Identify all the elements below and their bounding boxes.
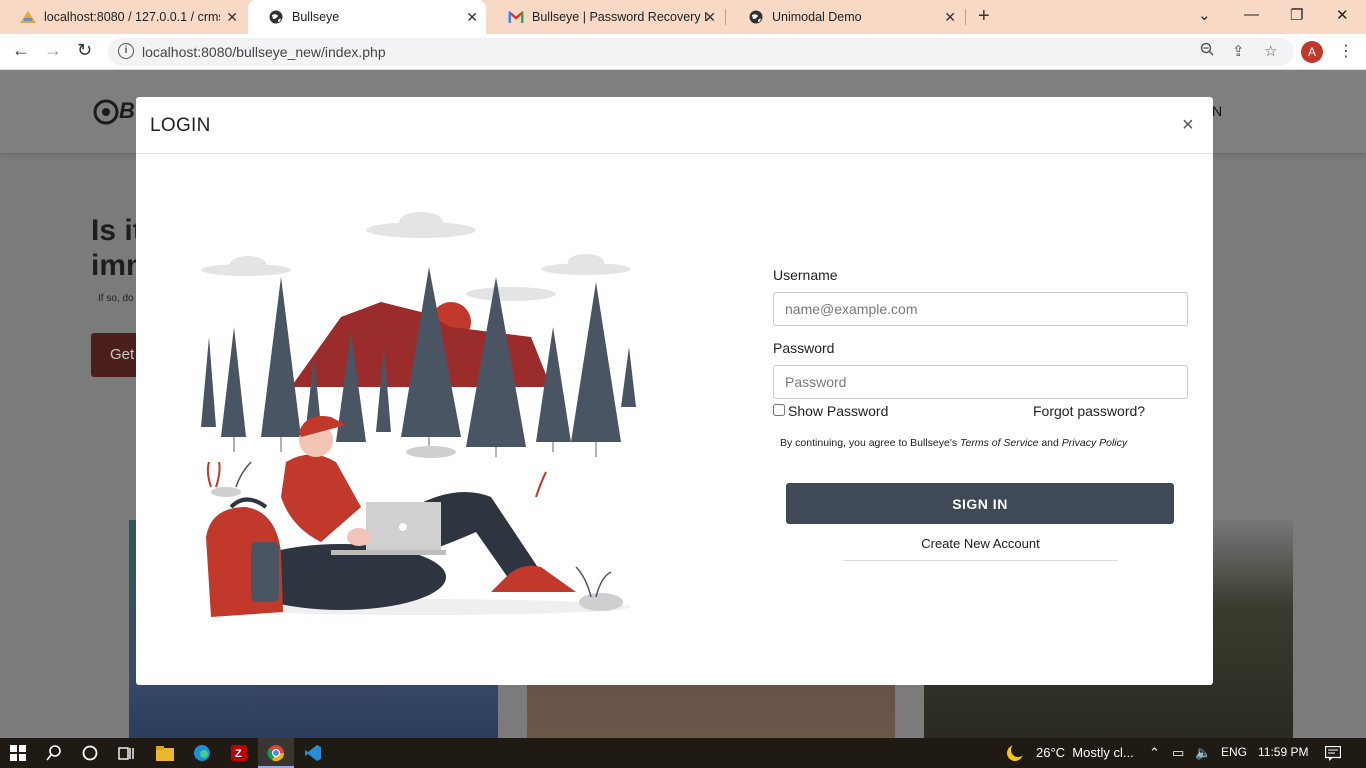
close-window-icon[interactable]: ✕: [1336, 6, 1349, 24]
tab-title: Bullseye | Password Recovery Lin: [532, 10, 707, 24]
network-icon[interactable]: ▭: [1172, 745, 1184, 761]
tab-title: localhost:8080 / 127.0.0.1 / crms_: [44, 10, 220, 24]
tray-chevron-up-icon[interactable]: ⌃: [1149, 745, 1160, 761]
vscode-icon[interactable]: [303, 743, 323, 763]
file-explorer-icon[interactable]: [155, 743, 175, 763]
weather-text[interactable]: 26°C Mostly cl...: [1036, 745, 1134, 760]
address-bar[interactable]: i localhost:8080/bullseye_new/index.php …: [108, 38, 1294, 66]
url-text[interactable]: localhost:8080/bullseye_new/index.php: [142, 44, 386, 60]
terms-of-service-link[interactable]: Terms of Service: [960, 437, 1038, 449]
password-label: Password: [773, 340, 835, 356]
tab-title: Bullseye: [292, 10, 340, 24]
notifications-icon[interactable]: [1323, 743, 1343, 763]
tab-unimodal[interactable]: Unimodal Demo ✕: [728, 0, 964, 34]
tab-bar: localhost:8080 / 127.0.0.1 / crms_ ✕ Bul…: [0, 0, 1366, 34]
phpmyadmin-icon: [20, 9, 36, 25]
password-options-row: Show Password Forgot password?: [773, 401, 1188, 423]
minimize-icon[interactable]: —: [1244, 6, 1259, 23]
taskbar: Z 26°C Mostly cl... ⌃ ▭ 🔈 ENG 11:59 PM: [0, 738, 1366, 768]
browser-toolbar: ← → ↻ i localhost:8080/bullseye_new/inde…: [0, 34, 1366, 70]
privacy-policy-link[interactable]: Privacy Policy: [1062, 437, 1127, 449]
search-icon[interactable]: [44, 743, 64, 763]
close-tab-icon[interactable]: ✕: [944, 9, 956, 26]
close-tab-icon[interactable]: ✕: [226, 9, 238, 26]
site-logo-text: B: [119, 98, 135, 123]
login-form: Username Password Show Password Forgot p…: [773, 267, 1188, 561]
zoom-icon[interactable]: [1200, 42, 1214, 60]
tab-title: Unimodal Demo: [772, 10, 862, 24]
tab-bullseye[interactable]: Bullseye ✕: [248, 0, 486, 34]
task-view-icon[interactable]: [116, 743, 136, 763]
divider: [843, 560, 1118, 561]
chrome-icon[interactable]: [266, 743, 286, 763]
volume-icon[interactable]: 🔈: [1195, 745, 1211, 761]
weather-moon-icon[interactable]: [1005, 743, 1025, 763]
gmail-icon: [508, 9, 524, 25]
tab-gmail[interactable]: Bullseye | Password Recovery Lin ✕: [488, 0, 724, 34]
reload-icon[interactable]: ↻: [77, 40, 92, 61]
tab-search-chevron-icon[interactable]: ⌄: [1198, 6, 1211, 24]
forgot-password-link[interactable]: Forgot password?: [1033, 403, 1145, 419]
sign-in-button[interactable]: SIGN IN: [786, 483, 1174, 524]
site-info-icon[interactable]: i: [118, 43, 134, 59]
password-input[interactable]: [773, 365, 1188, 399]
forward-icon[interactable]: →: [44, 40, 62, 61]
new-tab-icon[interactable]: +: [978, 5, 990, 28]
tab-separator: [725, 9, 726, 25]
restore-icon[interactable]: ❐: [1290, 6, 1303, 24]
terms-and: and: [1038, 437, 1062, 449]
modal-title: LOGIN: [150, 115, 211, 136]
globe-icon: [268, 9, 284, 25]
tab-separator: [965, 9, 966, 25]
edge-icon[interactable]: [192, 743, 212, 763]
close-icon[interactable]: ×: [1182, 114, 1194, 137]
show-password-label[interactable]: Show Password: [788, 403, 888, 419]
svg-text:Z: Z: [235, 748, 242, 760]
windows-start-icon[interactable]: [8, 743, 28, 763]
username-label: Username: [773, 267, 838, 283]
profile-avatar[interactable]: A: [1301, 41, 1323, 63]
site-logo[interactable]: B: [93, 98, 135, 125]
login-illustration: [201, 212, 636, 617]
hero-subtitle: If so, do: [98, 293, 134, 304]
back-icon[interactable]: ←: [12, 40, 30, 61]
filezilla-icon[interactable]: Z: [229, 743, 249, 763]
login-modal: LOGIN × Username name@example.com Passwo…: [136, 97, 1213, 685]
terms-notice: By continuing, you agree to Bullseye's T…: [780, 437, 1188, 449]
site-nav-link[interactable]: N: [1212, 103, 1222, 119]
close-tab-icon[interactable]: ✕: [704, 9, 716, 26]
menu-kebab-icon[interactable]: ⋮: [1338, 41, 1354, 61]
clock[interactable]: 11:59 PM: [1258, 745, 1308, 759]
modal-header: LOGIN ×: [136, 97, 1213, 154]
share-icon[interactable]: ⇪: [1232, 42, 1245, 60]
globe-icon: [748, 9, 764, 25]
terms-prefix: By continuing, you agree to Bullseye's: [780, 437, 961, 449]
close-tab-icon[interactable]: ✕: [466, 9, 478, 26]
cortana-icon[interactable]: [80, 743, 100, 763]
username-input[interactable]: [773, 292, 1188, 326]
bookmark-star-icon[interactable]: ☆: [1264, 42, 1277, 60]
show-password-checkbox[interactable]: [773, 404, 785, 416]
tab-phpmyadmin[interactable]: localhost:8080 / 127.0.0.1 / crms_ ✕: [0, 0, 246, 34]
language-indicator[interactable]: ENG: [1221, 745, 1247, 759]
create-account-link[interactable]: Create New Account: [773, 536, 1188, 551]
